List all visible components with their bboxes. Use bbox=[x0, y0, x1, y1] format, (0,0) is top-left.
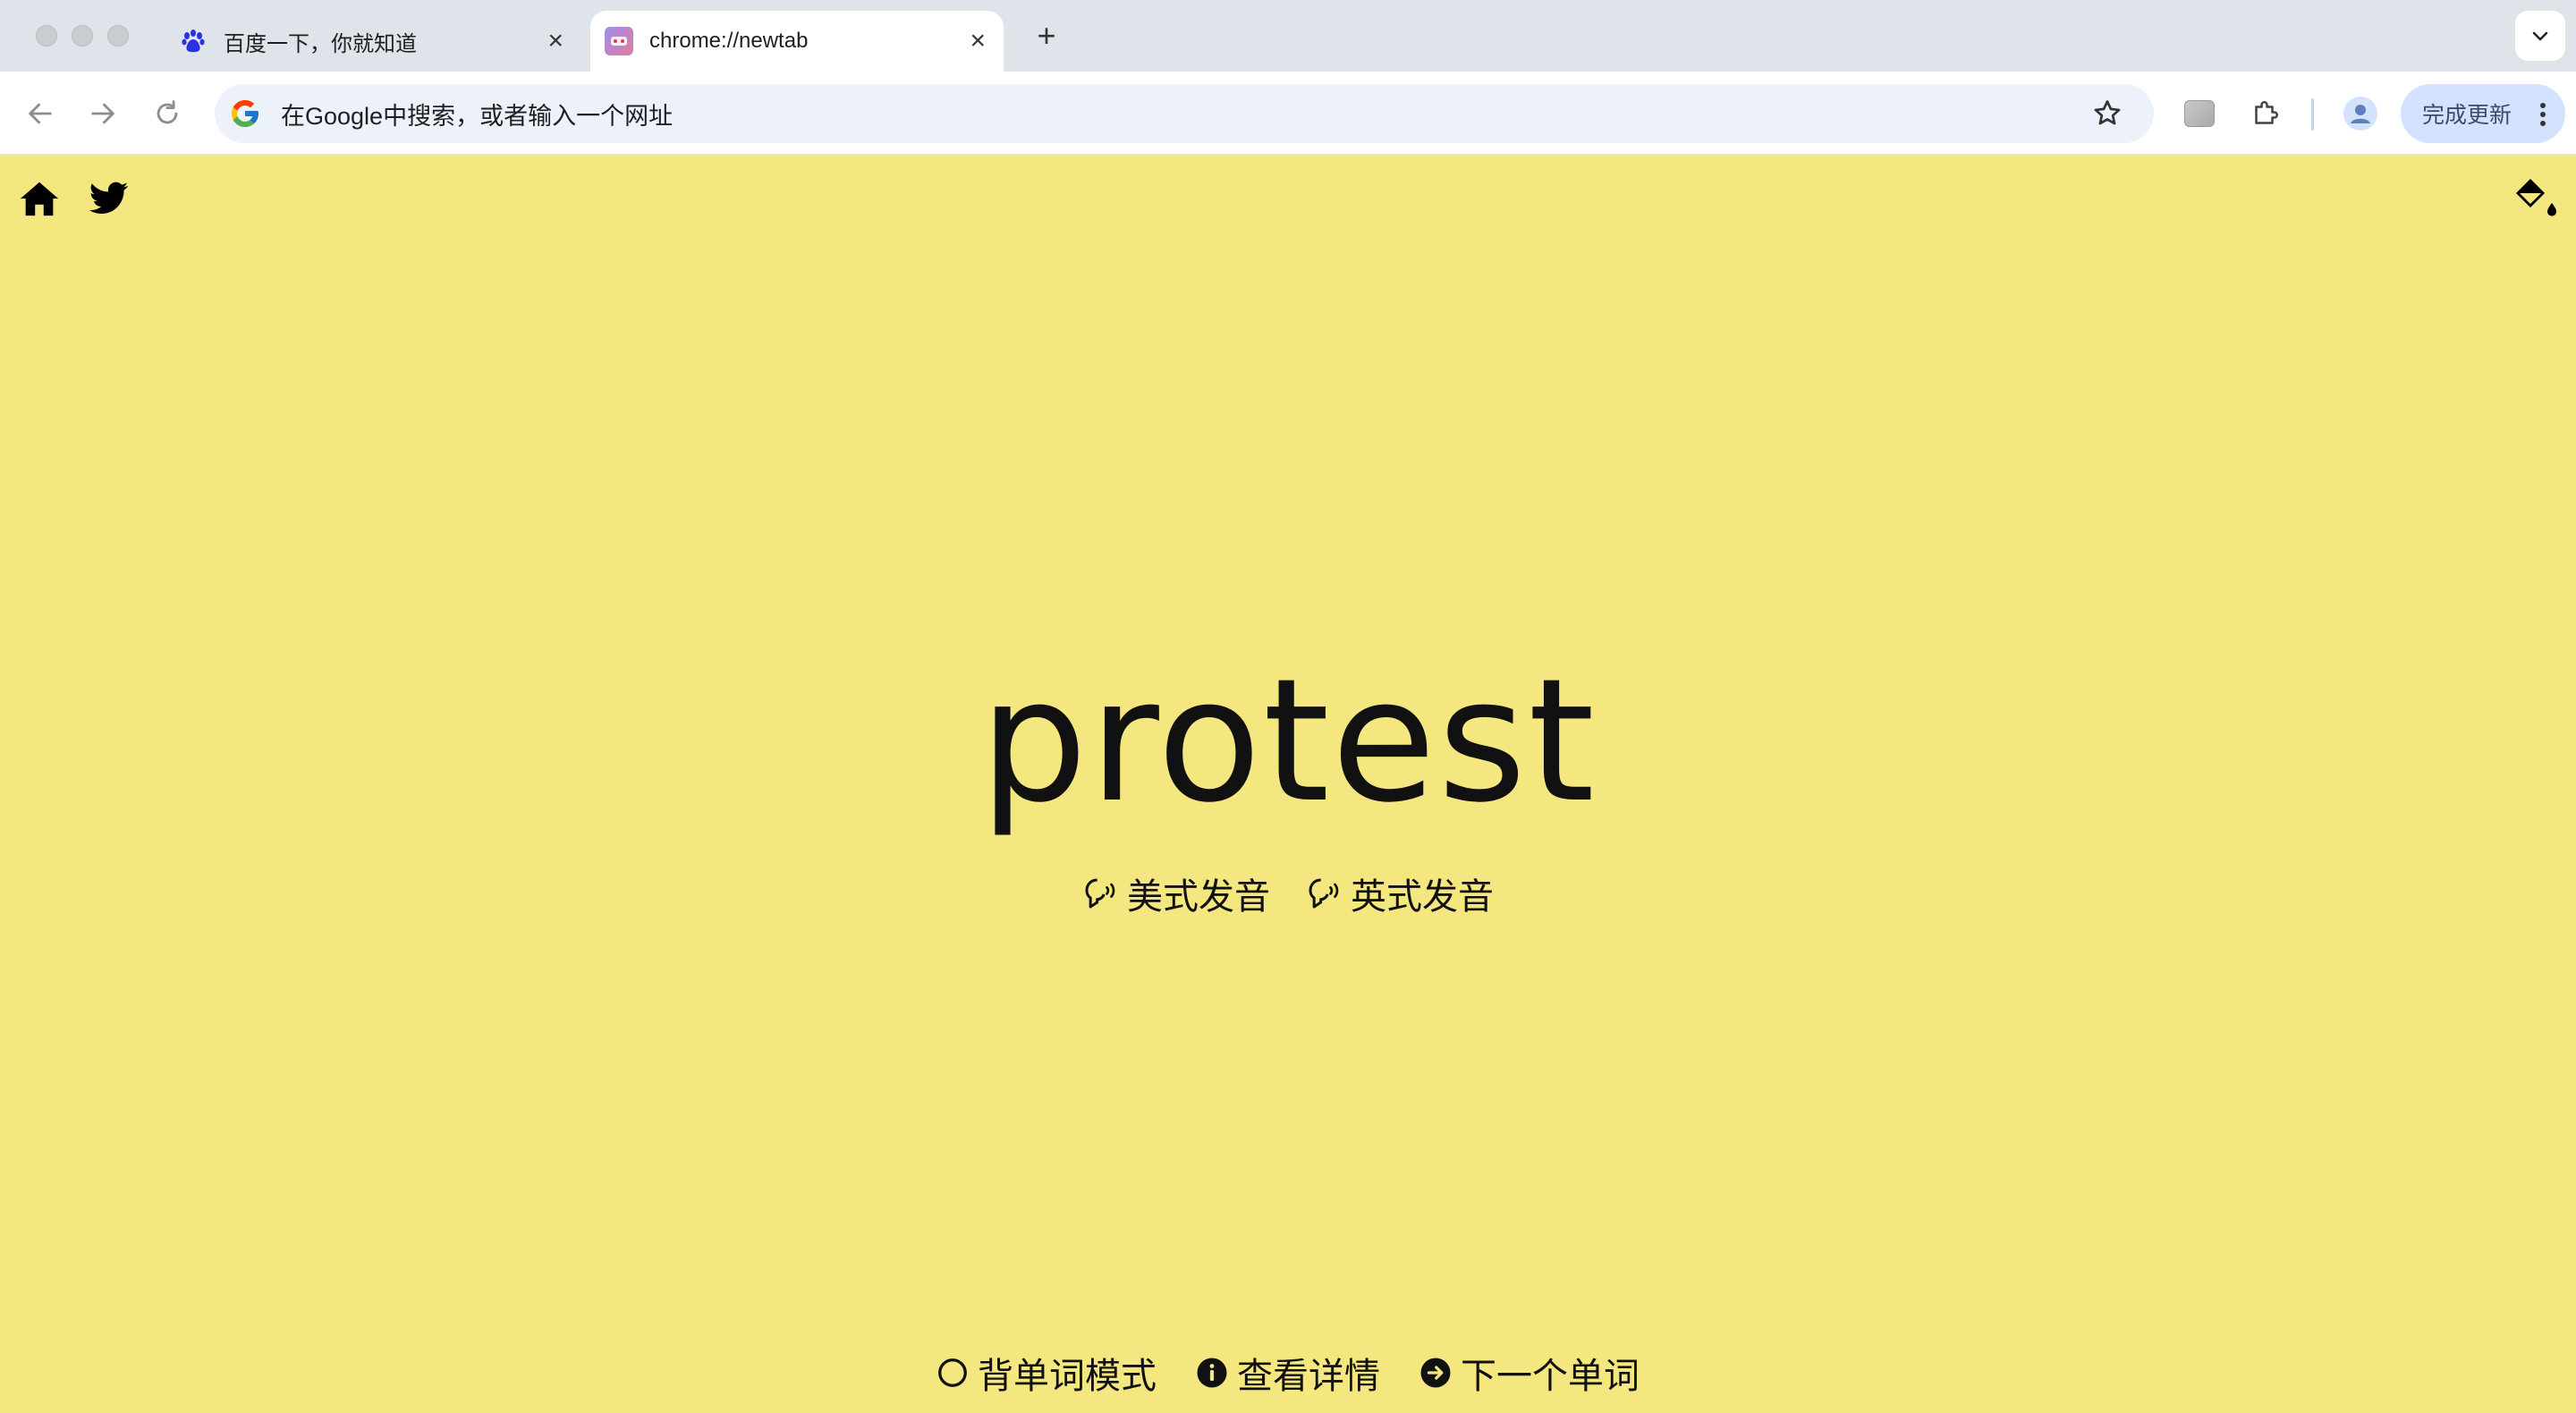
pronunciation-buttons: 美式发音 英式发音 bbox=[0, 867, 2576, 919]
arrow-right-circle-icon bbox=[1420, 1358, 1451, 1388]
toolbar-divider bbox=[2311, 98, 2314, 131]
baidu-paw-icon bbox=[179, 27, 208, 55]
paint-bucket-icon[interactable] bbox=[2512, 175, 2560, 220]
tab-strip: 百度一下，你就知道 × chrome://newtab × + bbox=[0, 0, 2576, 72]
arrow-left-icon bbox=[29, 103, 52, 124]
extensions-puzzle-icon[interactable] bbox=[2245, 93, 2286, 134]
bottom-actions: 背单词模式 查看详情 下一个单词 bbox=[0, 1347, 2576, 1399]
arrow-right-icon bbox=[91, 103, 114, 124]
google-icon bbox=[232, 100, 258, 127]
action-label: 下一个单词 bbox=[1461, 1357, 1640, 1396]
address-placeholder: 在Google中搜索，或者输入一个网址 bbox=[281, 102, 674, 130]
us-pronunciation-button[interactable]: 美式发音 bbox=[1082, 867, 1270, 919]
close-tab-icon[interactable]: × bbox=[970, 28, 986, 55]
chevron-down-icon bbox=[2532, 31, 2548, 41]
home-icon[interactable] bbox=[18, 177, 61, 220]
forward-button[interactable] bbox=[80, 91, 125, 136]
tab-title: 百度一下，你就知道 bbox=[224, 31, 417, 56]
update-chrome-button[interactable]: 完成更新 bbox=[2401, 84, 2565, 143]
tab-search-button[interactable] bbox=[2515, 11, 2565, 61]
close-tab-icon[interactable]: × bbox=[547, 28, 564, 55]
more-vert-icon bbox=[2540, 103, 2546, 126]
reload-icon bbox=[157, 100, 178, 124]
bookmark-star-icon[interactable] bbox=[2091, 97, 2123, 130]
vocabulary-word: protest bbox=[979, 642, 1597, 840]
window-minimize-button[interactable] bbox=[72, 25, 93, 47]
next-word-button[interactable]: 下一个单词 bbox=[1419, 1347, 1640, 1399]
newtab-page: protest 美式发音 英式发音 背单词模式 查看详情 下一个单词 bbox=[0, 156, 2576, 1413]
twitter-icon[interactable] bbox=[88, 179, 131, 218]
pronunciation-label: 美式发音 bbox=[1127, 877, 1270, 917]
profile-avatar-icon[interactable] bbox=[2340, 93, 2381, 134]
tab-baidu[interactable]: 百度一下，你就知道 × bbox=[161, 11, 581, 72]
extension-icon[interactable] bbox=[2179, 93, 2220, 134]
update-label: 完成更新 bbox=[2422, 103, 2512, 128]
uk-pronunciation-button[interactable]: 英式发音 bbox=[1306, 867, 1494, 919]
reload-button[interactable] bbox=[145, 91, 190, 136]
circle-outline-icon bbox=[938, 1358, 967, 1387]
tab-title: chrome://newtab bbox=[649, 29, 809, 53]
browser-toolbar: 在Google中搜索，或者输入一个网址 完成更新 bbox=[0, 72, 2576, 156]
view-details-button[interactable]: 查看详情 bbox=[1196, 1347, 1380, 1399]
memorize-mode-button[interactable]: 背单词模式 bbox=[936, 1347, 1157, 1399]
window-close-button[interactable] bbox=[36, 25, 57, 47]
new-tab-button[interactable]: + bbox=[1027, 16, 1066, 55]
action-label: 背单词模式 bbox=[978, 1357, 1157, 1396]
pronunciation-label: 英式发音 bbox=[1351, 877, 1494, 917]
speak-icon bbox=[1085, 878, 1115, 909]
action-label: 查看详情 bbox=[1237, 1357, 1380, 1396]
address-bar[interactable]: 在Google中搜索，或者输入一个网址 bbox=[215, 84, 2154, 143]
speak-icon bbox=[1309, 878, 1339, 909]
window-zoom-button[interactable] bbox=[107, 25, 129, 47]
back-button[interactable] bbox=[18, 91, 63, 136]
extension-favicon bbox=[605, 27, 633, 55]
tab-newtab[interactable]: chrome://newtab × bbox=[590, 11, 1004, 72]
info-icon bbox=[1197, 1358, 1227, 1388]
